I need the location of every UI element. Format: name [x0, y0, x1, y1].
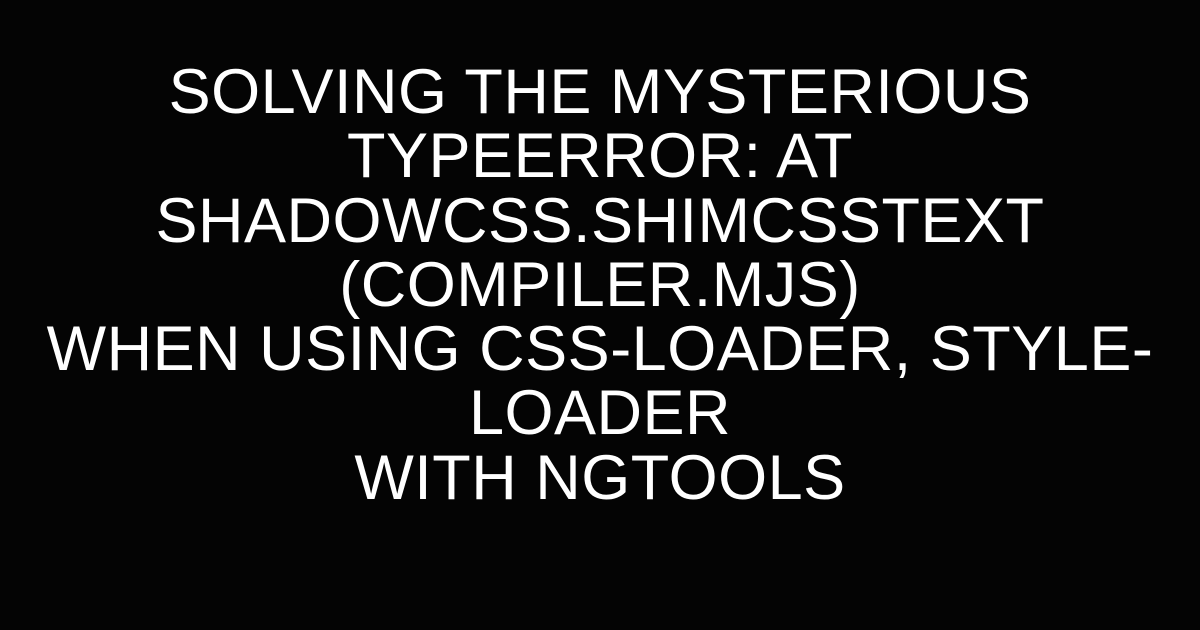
title-line-1: Solving the Mysterious TypeError: at: [169, 57, 1032, 191]
title-line-3: when using css-loader, style-loader: [47, 314, 1154, 448]
page-title: Solving the Mysterious TypeError: at Sha…: [40, 60, 1160, 510]
title-line-2: ShadowCss.shimCssText (compiler.mjs): [155, 186, 1044, 320]
title-line-4: with ngtools: [354, 443, 845, 513]
title-container: Solving the Mysterious TypeError: at Sha…: [0, 60, 1200, 510]
